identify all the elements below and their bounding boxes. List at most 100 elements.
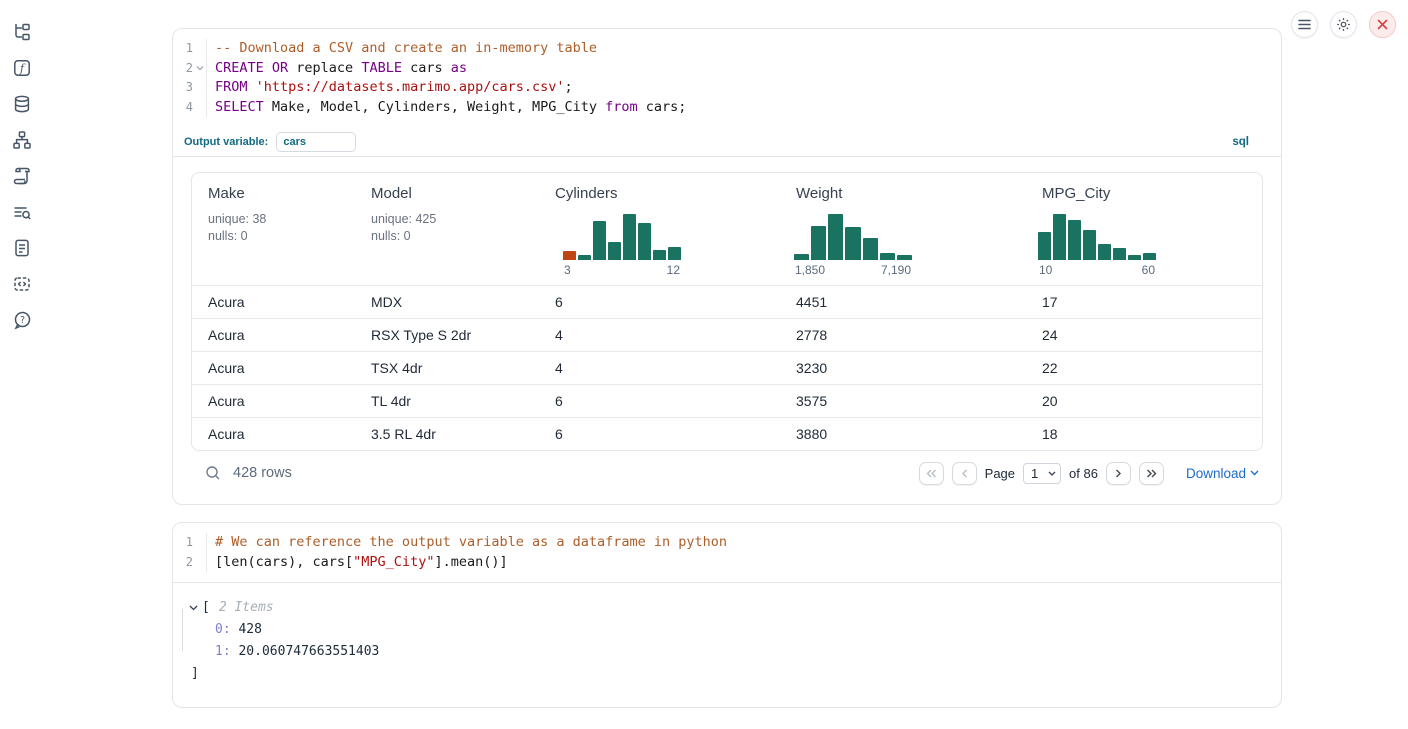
logs-icon[interactable] [12,202,32,222]
histogram-bar [578,255,591,260]
dependency-graph-icon[interactable] [12,130,32,150]
code-text: CREATE OR replace TABLE cars as [207,59,467,79]
row-count: 428 rows [233,465,292,481]
output-variable-input[interactable] [276,132,356,152]
item-value: 428 [238,622,261,637]
table-row[interactable]: AcuraTSX 4dr4323022 [192,351,1262,384]
chevron-right-icon [1115,469,1122,478]
scratchpad-icon[interactable] [12,166,32,186]
histogram-bar [897,255,912,260]
cylinders-histogram: 3 12 [563,214,681,277]
datasources-icon[interactable] [12,94,32,114]
snippets-icon[interactable] [12,274,32,294]
fold-chevron-icon[interactable] [193,62,206,75]
chevron-down-icon [1250,470,1259,476]
histogram-bar [653,250,666,260]
item-index: 1: [215,644,231,659]
code-text: FROM 'https://datasets.marimo.app/cars.c… [207,78,573,98]
hist-min-label: 1,850 [795,263,825,277]
page-select[interactable]: 1 [1023,463,1061,484]
hist-min-label: 3 [564,263,571,277]
table-row[interactable]: AcuraMDX6445117 [192,285,1262,318]
histogram-bar [638,223,651,260]
table-footer: 428 rows Page 1 of 86 [191,451,1263,495]
tree-guide-line [182,609,183,651]
first-page-button[interactable] [919,462,944,485]
histogram-bar [880,253,895,260]
weight-histogram: 1,850 7,190 [794,214,912,277]
histogram-bar [608,242,621,260]
code-text: SELECT Make, Model, Cylinders, Weight, M… [207,98,686,118]
histogram-bar [563,251,576,260]
column-header-cylinders[interactable]: Cylinders 3 12 [539,185,780,277]
hist-min-label: 10 [1039,263,1052,277]
sidebar: f [0,0,44,729]
pagination: Page 1 of 86 Download [919,462,1259,485]
functions-icon[interactable]: f [12,58,32,78]
download-button[interactable]: Download [1186,466,1259,481]
histogram-bar [1068,220,1081,260]
open-bracket: [ [202,597,210,619]
chevron-down-icon [1048,471,1056,476]
collapse-chevron-icon[interactable] [189,605,198,611]
hist-max-label: 12 [667,263,680,277]
histogram-bar [623,214,636,260]
search-icon[interactable] [205,465,221,481]
sql-cell-footer: Output variable: sql [173,127,1281,157]
code-line: 1 # We can reference the output variable… [173,533,1281,553]
column-header-model[interactable]: Model unique: 425nulls: 0 [355,185,539,277]
output-variable-label: Output variable: [184,136,268,148]
line-number: 2 [173,553,193,573]
code-line: 4 SELECT Make, Model, Cylinders, Weight,… [173,98,1281,118]
data-table: Make unique: 38nulls: 0 Model unique: 42… [191,172,1263,451]
sql-editor[interactable]: 1 -- Download a CSV and create an in-mem… [173,29,1281,127]
language-badge: sql [1232,136,1249,148]
code-line: 2 [len(cars), cars["MPG_City"].mean()] [173,553,1281,573]
chevrons-right-icon [1146,469,1157,478]
column-header-weight[interactable]: Weight 1,850 7,190 [780,185,1026,277]
column-stats: unique: 38nulls: 0 [208,211,355,245]
line-number: 1 [173,533,193,553]
histogram-bar [1143,253,1156,260]
line-number: 1 [173,39,193,59]
code-text: # We can reference the output variable a… [207,533,727,553]
code-text: [len(cars), cars["MPG_City"].mean()] [207,553,508,573]
help-icon[interactable]: ? [12,310,32,330]
menu-button[interactable] [1291,11,1318,38]
previous-page-button[interactable] [952,462,977,485]
histogram-bar [1038,232,1051,260]
hist-max-label: 7,190 [881,263,911,277]
histogram-bar [593,221,606,260]
code-text: -- Download a CSV and create an in-memor… [207,39,597,59]
line-number: 3 [173,78,193,98]
histogram-bar [1053,214,1066,260]
histogram-bar [1083,230,1096,260]
last-page-button[interactable] [1139,462,1164,485]
documentation-icon[interactable] [12,238,32,258]
code-line: 1 -- Download a CSV and create an in-mem… [173,39,1281,59]
shutdown-button[interactable] [1369,11,1396,38]
code-line: 2 CREATE OR replace TABLE cars as [173,59,1281,79]
close-icon [1377,19,1388,30]
table-row[interactable]: AcuraTL 4dr6357520 [192,384,1262,417]
close-bracket: ] [189,663,1263,685]
histogram-bar [863,238,878,260]
gear-icon [1336,17,1351,32]
items-count-label: 2 Items [219,597,274,619]
settings-button[interactable] [1330,11,1357,38]
page-label: Page [985,466,1015,481]
window-controls [1291,11,1396,38]
item-value: 20.060747663551403 [238,644,379,659]
hist-max-label: 60 [1142,263,1155,277]
chevron-left-icon [961,469,968,478]
line-number: 2 [173,59,193,79]
page-total-label: of 86 [1069,466,1098,481]
python-editor[interactable]: 1 # We can reference the output variable… [173,523,1281,583]
column-header-make[interactable]: Make unique: 38nulls: 0 [192,185,355,277]
chevrons-left-icon [926,469,937,478]
table-row[interactable]: AcuraRSX Type S 2dr4277824 [192,318,1262,351]
file-explorer-icon[interactable] [12,22,32,42]
column-header-mpg-city[interactable]: MPG_City 10 60 [1026,185,1263,277]
next-page-button[interactable] [1106,462,1131,485]
table-row[interactable]: Acura3.5 RL 4dr6388018 [192,417,1262,450]
